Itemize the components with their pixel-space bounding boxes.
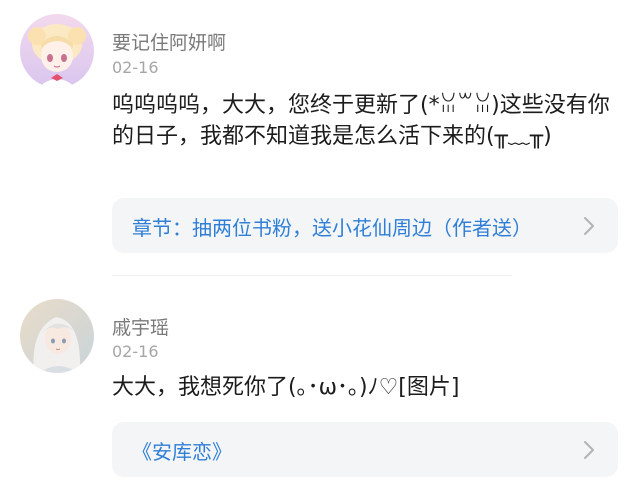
chapter-link-card[interactable]: 章节：抽两位书粉，送小花仙周边（作者送） — [112, 198, 618, 253]
username[interactable]: 戚宇瑶 — [112, 313, 169, 340]
anime-girl-avatar-icon — [20, 14, 94, 88]
anime-white-hair-avatar-icon — [20, 299, 94, 373]
comment-date: 02-16 — [112, 342, 159, 361]
chapter-link-text: 章节：抽两位书粉，送小花仙周边（作者送） — [132, 216, 532, 240]
username[interactable]: 要记住阿妍啊 — [112, 28, 226, 55]
book-link-text: 《安库恋》 — [132, 440, 232, 464]
comment-date: 02-16 — [112, 58, 159, 77]
comment-feed: 要记住阿妍啊 02-16 呜呜呜呜，大大，您终于更新了(*ꈍ꒳ꈍ)这些没有你的日… — [0, 0, 640, 504]
book-link-card[interactable]: 《安库恋》 — [112, 422, 618, 477]
comment-divider — [112, 275, 512, 276]
chevron-right-icon — [584, 217, 594, 235]
comment-text: 大大，我想死你了(｡･ω･｡)ﾉ♡[图片] — [112, 375, 460, 400]
user-avatar[interactable] — [20, 14, 94, 88]
chevron-right-icon — [584, 441, 594, 459]
user-avatar[interactable] — [20, 299, 94, 373]
comment-text: 呜呜呜呜，大大，您终于更新了(*ꈍ꒳ꈍ)这些没有你的日子，我都不知道我是怎么活下… — [112, 93, 610, 149]
